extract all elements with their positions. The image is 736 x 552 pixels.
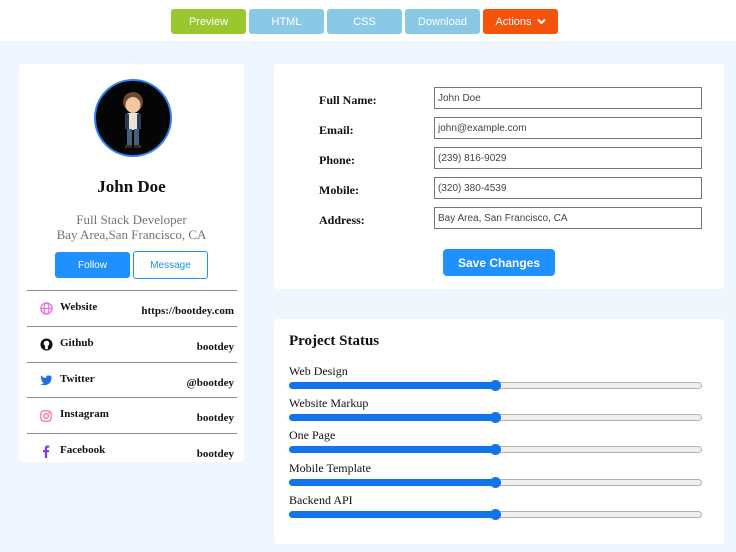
download-button[interactable]: Download — [405, 9, 480, 34]
chevron-down-icon — [536, 18, 546, 25]
social-label: Instagram — [60, 408, 109, 421]
phone-label: Phone: — [319, 153, 355, 167]
profile-location: Bay Area,San Francisco, CA — [56, 227, 207, 242]
profile-name: John Doe — [97, 177, 166, 196]
project-item-label: Web Design — [289, 364, 348, 378]
social-row-website[interactable]: Website https://bootdey.com — [27, 290, 237, 326]
full-name-input[interactable] — [434, 87, 702, 109]
progress-slider[interactable] — [289, 444, 702, 455]
social-value[interactable]: bootdey — [197, 448, 234, 460]
project-item-label: Website Markup — [289, 396, 369, 410]
project-item: One Page — [289, 428, 702, 456]
progress-fill — [289, 446, 495, 453]
address-row: Address: — [319, 207, 709, 229]
social-row-twitter[interactable]: Twitter @bootdey — [27, 361, 237, 398]
html-button[interactable]: HTML — [249, 9, 324, 34]
social-value[interactable]: bootdey — [197, 412, 234, 424]
social-value[interactable]: https://bootdey.com — [141, 305, 234, 317]
mobile-row: Mobile: — [319, 177, 709, 199]
project-item-label: One Page — [289, 428, 336, 442]
profile-card: John Doe Full Stack Developer Bay Area,S… — [19, 64, 244, 462]
progress-slider[interactable] — [289, 380, 702, 391]
email-input[interactable] — [434, 117, 702, 139]
profile-role: Full Stack Developer — [76, 212, 187, 227]
phone-row: Phone: — [319, 147, 709, 169]
social-value[interactable]: bootdey — [197, 341, 234, 353]
facebook-icon — [39, 445, 53, 459]
social-label: Github — [60, 336, 94, 349]
actions-button[interactable]: Actions — [483, 9, 558, 34]
address-input[interactable] — [434, 207, 702, 229]
project-item: Website Markup — [289, 396, 702, 424]
social-value[interactable]: @bootdey — [186, 377, 234, 389]
project-status-title: Project Status — [289, 333, 380, 349]
project-item: Mobile Template — [289, 461, 702, 489]
globe-icon — [39, 301, 53, 315]
profile-form-card: Full Name: Email: Phone: Mobile: Address… — [274, 64, 724, 289]
github-icon — [39, 337, 53, 351]
project-item-label: Mobile Template — [289, 461, 371, 475]
phone-input[interactable] — [434, 147, 702, 169]
message-button[interactable]: Message — [133, 251, 208, 279]
progress-fill — [289, 479, 495, 486]
slider-thumb[interactable] — [489, 380, 501, 391]
project-item: Backend API — [289, 493, 702, 521]
social-row-facebook[interactable]: Facebook bootdey — [27, 433, 237, 462]
css-button[interactable]: CSS — [327, 9, 402, 34]
instagram-icon — [39, 409, 53, 423]
email-row: Email: — [319, 117, 709, 139]
full-name-label: Full Name: — [319, 93, 377, 107]
preview-button[interactable]: Preview — [171, 9, 246, 34]
progress-fill — [289, 414, 495, 421]
twitter-icon — [39, 373, 53, 387]
avatar-figure-icon — [123, 92, 143, 148]
full-name-row: Full Name: — [319, 87, 709, 109]
avatar — [94, 79, 172, 157]
social-links-list: Website https://bootdey.com Github bootd… — [27, 290, 237, 462]
project-item: Web Design — [289, 364, 702, 392]
email-label: Email: — [319, 123, 354, 137]
top-toolbar: Preview HTML CSS Download Actions — [0, 0, 736, 41]
project-status-card: Project Status Web Design Website Markup O… — [274, 319, 724, 544]
social-row-instagram[interactable]: Instagram bootdey — [27, 397, 237, 433]
address-label: Address: — [319, 213, 365, 227]
save-changes-button[interactable]: Save Changes — [443, 249, 555, 276]
progress-slider[interactable] — [289, 509, 702, 520]
project-item-label: Backend API — [289, 493, 353, 507]
mobile-input[interactable] — [434, 177, 702, 199]
social-label: Website — [60, 301, 98, 313]
slider-thumb[interactable] — [489, 412, 501, 423]
social-row-github[interactable]: Github bootdey — [27, 325, 237, 362]
slider-thumb[interactable] — [489, 477, 501, 488]
slider-thumb[interactable] — [489, 509, 501, 520]
mobile-label: Mobile: — [319, 183, 359, 197]
progress-fill — [289, 511, 495, 518]
progress-slider[interactable] — [289, 477, 702, 488]
follow-button[interactable]: Follow — [55, 252, 130, 278]
progress-fill — [289, 382, 495, 389]
social-label: Facebook — [60, 444, 106, 457]
social-label: Twitter — [60, 372, 95, 385]
slider-thumb[interactable] — [489, 444, 501, 455]
progress-slider[interactable] — [289, 412, 702, 423]
actions-label: Actions — [495, 15, 532, 28]
